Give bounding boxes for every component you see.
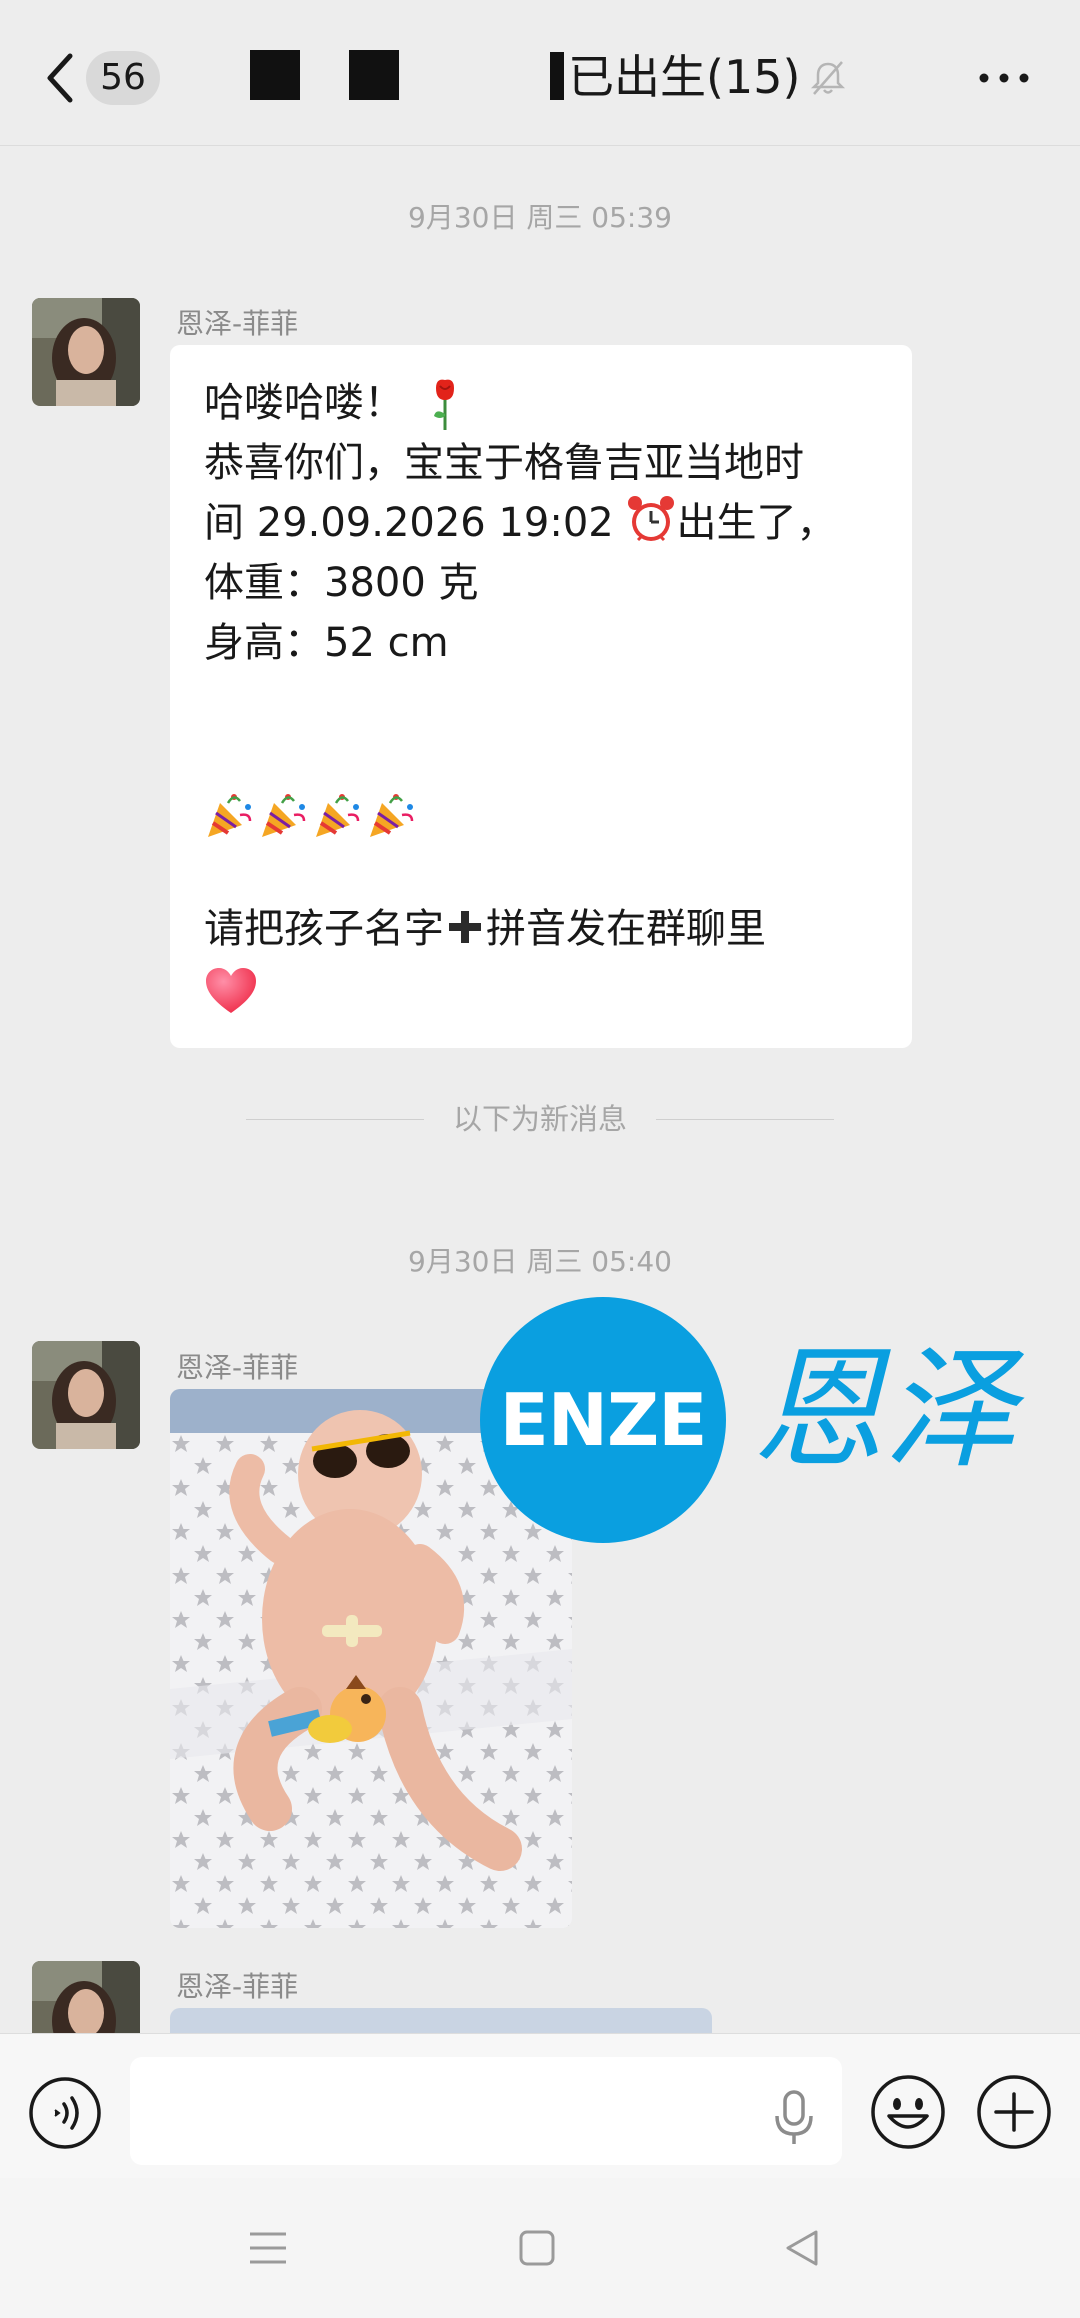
message-bubble[interactable]: 哈喽哈喽！ 恭喜你们，宝宝于格鲁吉亚当地时 间 29.09.2026 19:02… (170, 345, 912, 1048)
more-dots-icon[interactable] (976, 58, 1032, 98)
message-line: 间 29.09.2026 19:02 出生了， (204, 493, 880, 553)
party-popper-icon (208, 794, 252, 837)
rose-icon (434, 379, 454, 430)
input-bar (0, 2033, 1080, 2178)
heart-row (204, 959, 880, 1019)
enze-logo: ENZE (480, 1297, 726, 1543)
red-heart-icon (206, 968, 256, 1013)
plus-circle-icon[interactable] (976, 2074, 1052, 2150)
avatar[interactable] (32, 1961, 140, 2033)
chevron-left-icon[interactable] (40, 50, 84, 106)
enze-brand-text: 恩泽 (752, 1333, 1016, 1487)
sender-name: 恩泽-菲菲 (176, 1351, 299, 1384)
party-popper-icon (262, 794, 306, 837)
heavy-plus-icon (449, 911, 481, 943)
redacted-title-block (550, 52, 564, 100)
message-line: 恭喜你们，宝宝于格鲁吉亚当地时 (204, 440, 804, 486)
message-line: 身高：52 cm (204, 620, 449, 666)
message-input[interactable] (130, 2057, 842, 2165)
avatar[interactable] (32, 1341, 140, 1449)
sender-name: 恩泽-菲菲 (176, 1970, 299, 2003)
smiley-icon[interactable] (870, 2074, 946, 2150)
voice-mode-icon[interactable] (28, 2076, 102, 2150)
unread-count-badge[interactable]: 56 (86, 51, 160, 105)
party-popper-icon (316, 794, 360, 837)
enze-logo-text: ENZE (499, 1378, 708, 1462)
system-nav-bar (0, 2178, 1080, 2318)
party-popper-icon (370, 794, 414, 837)
message-line: 哈喽哈喽！ (204, 373, 880, 433)
redacted-title-block (250, 50, 300, 100)
back-triangle-icon[interactable] (784, 2228, 820, 2268)
bell-off-icon (810, 61, 846, 95)
message-timestamp: 9月30日 周三 05:40 (408, 1245, 672, 1278)
home-icon[interactable] (518, 2228, 556, 2268)
redacted-title-block (349, 50, 399, 100)
chat-title[interactable]: 已出生(15) (568, 42, 800, 112)
new-messages-divider: 以下为新消息 (246, 1101, 834, 1137)
party-popper-row (204, 783, 880, 843)
avatar[interactable] (32, 298, 140, 406)
alarm-clock-icon (628, 496, 675, 542)
sender-name: 恩泽-菲菲 (176, 307, 299, 340)
message-timestamp: 9月30日 周三 05:39 (408, 201, 672, 234)
menu-icon[interactable] (248, 2230, 288, 2266)
message-line: 请把孩子名字 拼音发在群聊里 (204, 906, 766, 952)
message-line: 体重：3800 克 (204, 560, 479, 606)
microphone-icon[interactable] (772, 2090, 816, 2146)
chat-header: 56 已出生(15) (0, 0, 1080, 146)
